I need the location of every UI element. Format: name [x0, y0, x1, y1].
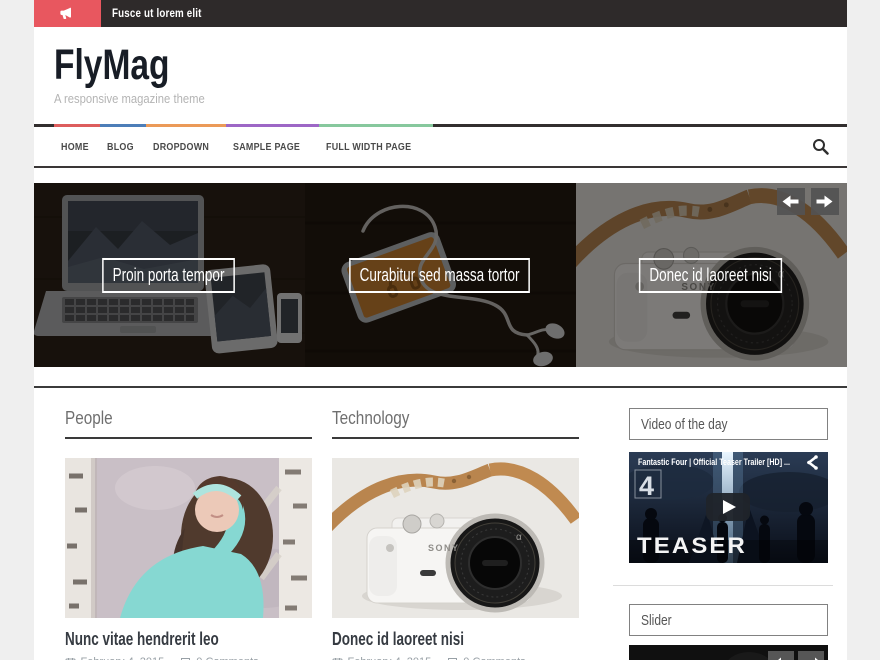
play-button-icon[interactable] [706, 493, 750, 521]
site-tagline: A responsive magazine theme [54, 92, 827, 106]
main-nav: HOME BLOG DROPDOWN SAMPLE PAGE FULL WIDT… [34, 124, 847, 168]
sidebar: Video of the day [613, 401, 833, 660]
sidebar-slider[interactable] [629, 645, 828, 660]
search-icon [812, 138, 829, 155]
camera-brand-text: SONY [428, 543, 460, 553]
sidebar-slider-image [629, 645, 828, 660]
site-tagline-text: A responsive magazine theme [54, 92, 205, 106]
section-people: People Nunc vitae hendrerit leo February… [65, 401, 312, 660]
meta-comments[interactable]: 0 Comments [180, 656, 258, 660]
comment-icon [180, 657, 191, 660]
calendar-icon [65, 657, 76, 660]
slide-title-wrap: Curabitur sed massa tortor [305, 183, 576, 367]
site-header: FlyMag A responsive magazine theme [34, 27, 847, 116]
video-caption[interactable]: Fantastic Four | Official Teaser Trailer… [638, 457, 790, 467]
sidebar-divider [613, 585, 833, 586]
page: Fusce ut lorem elit FlyMag A responsive … [34, 0, 847, 660]
article-image-technology: SONY α [332, 458, 579, 618]
social-link[interactable] [34, 0, 101, 27]
site-title-text: FlyMag [54, 43, 170, 88]
slide-2[interactable]: Curabitur sed massa tortor [305, 183, 576, 367]
megaphone-icon [60, 7, 75, 20]
article-title[interactable]: Donec id laoreet nisi [332, 629, 579, 650]
section-technology: Technology SONY α Donec id laoreet nisi … [332, 401, 579, 660]
section-heading-people: People [65, 408, 312, 439]
main-content: People Nunc vitae hendrerit leo February… [34, 388, 847, 660]
slide-1[interactable]: Proin porta tempor [34, 183, 305, 367]
site-title[interactable]: FlyMag [54, 43, 827, 88]
sidebar-slider-prev-button[interactable] [768, 651, 794, 660]
nav-item-home[interactable]: HOME [54, 124, 101, 166]
video-thumbnail: 4 Fantastic Four | Official Teaser Trail… [629, 452, 828, 563]
meta-date: February 4, 2015 [332, 656, 432, 660]
slide-title[interactable]: Donec id laoreet nisi [639, 258, 782, 293]
nav-item-sample-page[interactable]: SAMPLE PAGE [226, 124, 319, 166]
slide-title-wrap: Proin porta tempor [34, 183, 305, 367]
widget-title-video: Video of the day [629, 408, 828, 440]
widget-title-slider: Slider [629, 604, 828, 636]
nav-item-dropdown[interactable]: DROPDOWN [146, 124, 226, 166]
nav-item-blog[interactable]: BLOG [100, 124, 146, 166]
nav-item-full-width-page[interactable]: FULL WIDTH PAGE [319, 124, 433, 166]
search-button[interactable] [794, 127, 847, 166]
article-image-link[interactable]: SONY α [332, 458, 579, 618]
article-image-people [65, 458, 312, 618]
slider-arrows [777, 188, 839, 215]
topbar-announcement: Fusce ut lorem elit [101, 0, 217, 27]
video-logo-text: 4 [639, 471, 654, 501]
camera-alpha-text: α [516, 532, 522, 543]
article-title[interactable]: Nunc vitae hendrerit leo [65, 629, 312, 650]
video-embed[interactable]: 4 Fantastic Four | Official Teaser Trail… [629, 452, 828, 563]
meta-comments[interactable]: 0 Comments [447, 656, 525, 660]
comment-icon [447, 657, 458, 660]
video-overlay-text: TEASER [637, 533, 747, 558]
slider-prev-button[interactable] [777, 188, 805, 215]
sidebar-slider-next-button[interactable] [798, 651, 824, 660]
meta-date: February 4, 2015 [65, 656, 165, 660]
featured-slider: Proin porta tempor Curabitur sed massa t… [34, 183, 847, 367]
arrow-left-icon [782, 195, 799, 208]
section-heading-technology: Technology [332, 408, 579, 439]
calendar-icon [332, 657, 343, 660]
slide-title[interactable]: Curabitur sed massa tortor [350, 258, 531, 293]
topbar: Fusce ut lorem elit [34, 0, 847, 27]
article-meta: February 4, 2015 0 Comments [65, 656, 312, 660]
topbar-announcement-text: Fusce ut lorem elit [112, 8, 202, 20]
article-image-link[interactable] [65, 458, 312, 618]
slider-next-button[interactable] [811, 188, 839, 215]
article-meta: February 4, 2015 0 Comments [332, 656, 579, 660]
slide-title[interactable]: Proin porta tempor [103, 258, 236, 293]
arrow-right-icon [816, 195, 833, 208]
